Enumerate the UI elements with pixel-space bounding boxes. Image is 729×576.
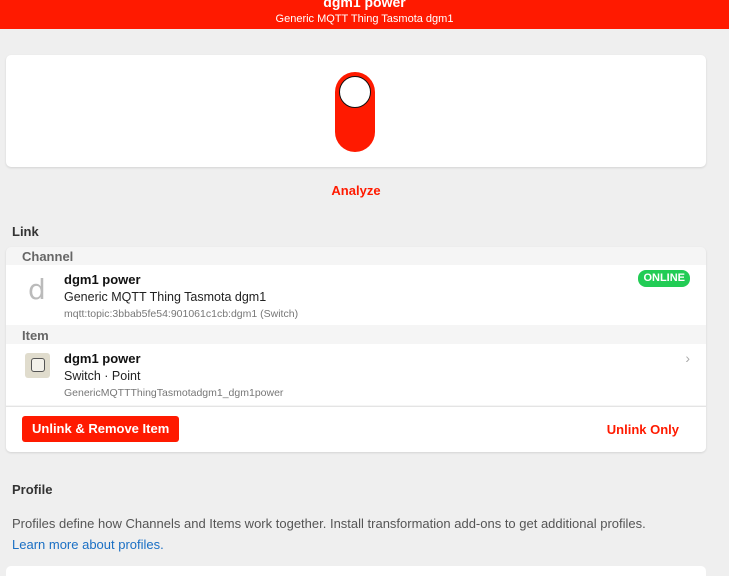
channel-letter-icon: d	[28, 273, 46, 306]
item-group-label: Item	[22, 328, 49, 343]
chevron-right-icon: ›	[685, 350, 690, 366]
item-subtitle: Switch · Point	[64, 369, 141, 383]
learn-more-link[interactable]: Learn more about profiles.	[12, 534, 722, 555]
item-name: GenericMQTTThingTasmotadgm1_dgm1power	[64, 387, 284, 399]
title-bar: dgm1 power Generic MQTT Thing Tasmota dg…	[0, 0, 729, 29]
toggle-knob	[339, 76, 371, 108]
unlink-only-button[interactable]: Unlink Only	[607, 422, 679, 437]
profile-section-label: Profile	[12, 482, 53, 497]
profile-card	[6, 566, 706, 576]
analyze-button[interactable]: Analyze	[0, 183, 712, 198]
state-card	[6, 55, 706, 167]
channel-group-label: Channel	[22, 249, 74, 264]
channel-row[interactable]: d dgm1 power Generic MQTT Thing Tasmota …	[6, 265, 706, 325]
link-actions: Unlink & Remove Item Unlink Only	[6, 406, 706, 452]
status-badge: ONLINE	[638, 270, 690, 287]
page-title: dgm1 power	[323, 0, 406, 10]
page-subtitle: Generic MQTT Thing Tasmota dgm1	[275, 13, 454, 25]
item-row[interactable]: dgm1 power Switch · Point GenericMQTTThi…	[6, 344, 706, 405]
profile-description-block: Profiles define how Channels and Items w…	[12, 513, 722, 555]
checkbox-item-icon	[25, 353, 50, 378]
link-card: Channel d dgm1 power Generic MQTT Thing …	[6, 247, 706, 452]
channel-subtitle: Generic MQTT Thing Tasmota dgm1	[64, 290, 267, 304]
item-title: dgm1 power	[64, 351, 141, 366]
profile-description: Profiles define how Channels and Items w…	[12, 516, 646, 531]
channel-title: dgm1 power	[64, 272, 141, 287]
power-toggle[interactable]	[335, 72, 375, 152]
channel-uid: mqtt:topic:3bbab5fe54:901061c1cb:dgm1 (S…	[64, 308, 299, 320]
unlink-remove-button[interactable]: Unlink & Remove Item	[22, 416, 180, 442]
link-section-label: Link	[12, 224, 39, 239]
